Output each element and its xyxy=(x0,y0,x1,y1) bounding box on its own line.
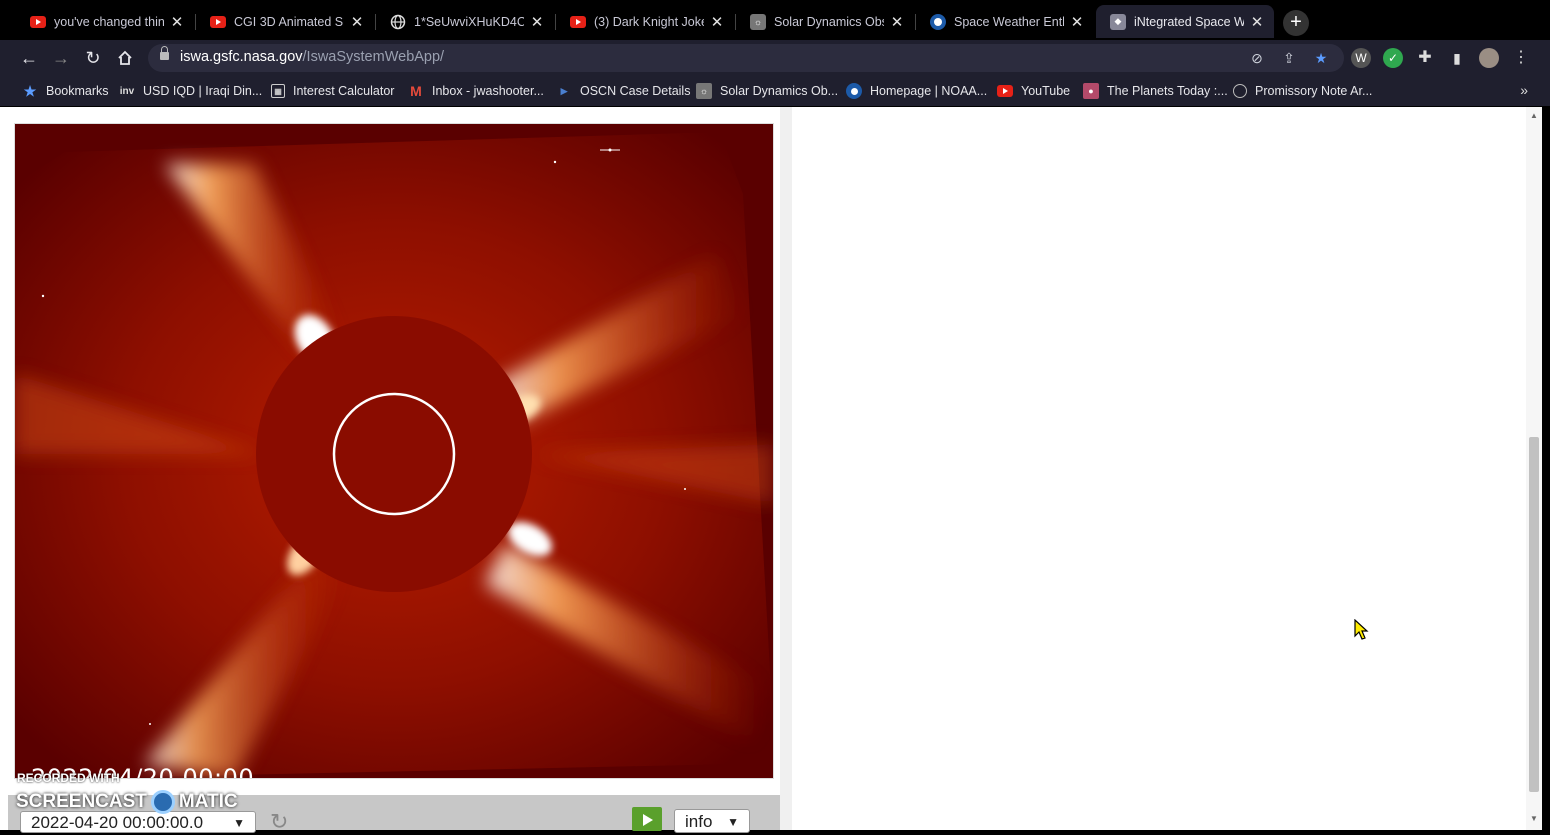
document-icon xyxy=(1233,84,1247,98)
coronagraph-svg xyxy=(15,124,773,778)
star-icon: ★ xyxy=(23,82,37,99)
scroll-down-icon[interactable]: ▼ xyxy=(1529,814,1539,823)
mouse-cursor-icon xyxy=(1354,619,1369,640)
side-panel-icon[interactable]: ▮ xyxy=(1447,48,1467,68)
calculator-icon: ▦ xyxy=(271,84,285,98)
iswa-icon: ◆ xyxy=(1110,13,1126,30)
tab-dark-knight[interactable]: (3) Dark Knight Joker ✕ xyxy=(556,5,734,38)
youtube-icon xyxy=(30,14,46,30)
forward-arrow-icon[interactable]: → xyxy=(49,46,73,70)
bookmark-interest-calculator[interactable]: ▦ Interest Calculator xyxy=(271,76,394,106)
close-icon[interactable]: ✕ xyxy=(890,13,904,31)
sdo-icon: ☼ xyxy=(696,83,712,99)
close-icon[interactable]: ✕ xyxy=(710,13,724,31)
scroll-up-icon[interactable]: ▲ xyxy=(1529,111,1539,120)
pane-divider[interactable] xyxy=(780,107,792,830)
tab-strip: you've changed thing ✕ CGI 3D Animated S… xyxy=(0,0,1550,44)
bookmark-bookmarks[interactable]: ★ Bookmarks xyxy=(22,76,109,106)
close-icon[interactable]: ✕ xyxy=(1250,13,1264,31)
oscn-icon: ▸ xyxy=(560,83,568,98)
bookmarks-bar: ★ Bookmarks inv USD IQD | Iraqi Din... ▦ In… xyxy=(0,76,1550,106)
reload-icon[interactable]: ↻ xyxy=(81,46,105,70)
avatar[interactable] xyxy=(1479,48,1499,68)
tab-medium-image[interactable]: 1*SeUwviXHuKD4CM ✕ xyxy=(376,5,554,38)
menu-kebab-icon[interactable]: ⋮ xyxy=(1511,48,1531,68)
url-text: iswa.gsfc.nasa.gov/IswaSystemWebApp/ xyxy=(180,49,445,65)
bookmark-star-icon[interactable]: ★ xyxy=(1312,49,1330,67)
blank-panel xyxy=(792,107,1526,830)
eye-slash-icon[interactable]: ⊘ xyxy=(1248,49,1266,67)
youtube-icon xyxy=(570,14,586,30)
bookmark-planets-today[interactable]: ● The Planets Today :... xyxy=(1083,76,1228,106)
noaa-icon xyxy=(930,13,946,30)
lock-icon xyxy=(160,46,169,60)
tab-solar-dynamics[interactable]: ☼ Solar Dynamics Obse ✕ xyxy=(736,5,914,38)
check-extension-icon[interactable]: ✓ xyxy=(1383,48,1403,68)
tab-space-weather[interactable]: Space Weather Enthu ✕ xyxy=(916,5,1094,38)
extension-w-icon[interactable]: W xyxy=(1351,48,1371,68)
youtube-icon xyxy=(210,14,226,30)
refresh-icon[interactable]: ↻ xyxy=(270,809,292,834)
coronagraph-image: 2022/04/20 00:00 xyxy=(14,123,774,779)
bookmark-youtube[interactable]: YouTube xyxy=(997,76,1070,106)
tab-youtube-changed[interactable]: you've changed thing ✕ xyxy=(16,5,194,38)
youtube-icon xyxy=(997,83,1013,99)
gmail-icon: M xyxy=(410,83,422,99)
puzzle-icon[interactable]: ✚ xyxy=(1415,48,1435,68)
noaa-icon xyxy=(846,83,862,99)
tab-cgi-animated[interactable]: CGI 3D Animated Sh ✕ xyxy=(196,5,374,38)
viewer-pane: 2022/04/20 00:00 xyxy=(8,107,780,830)
page-scrollbar[interactable]: ▲ ▼ xyxy=(1526,107,1542,830)
browser-toolbar: ← → ↻ iswa.gsfc.nasa.gov/IswaSystemWebAp… xyxy=(0,40,1550,76)
more-bookmarks-icon[interactable]: » xyxy=(1520,82,1528,98)
info-dropdown[interactable]: info ▼ xyxy=(674,809,750,833)
home-icon[interactable] xyxy=(113,46,137,70)
bookmark-oscn[interactable]: ▸ OSCN Case Details xyxy=(556,76,691,106)
tab-integrated-space-weather[interactable]: ◆ iNtegrated Space We ✕ xyxy=(1096,5,1274,38)
watermark-recorded-with: RECORDED WITH xyxy=(17,771,120,785)
back-arrow-icon[interactable]: ← xyxy=(17,46,41,70)
close-icon[interactable]: ✕ xyxy=(350,13,364,31)
page-content: 2022/04/20 00:00 ▲ ▼ 2022-04-20 00:00:00… xyxy=(0,107,1550,834)
close-icon[interactable]: ✕ xyxy=(1070,13,1084,31)
scroll-thumb[interactable] xyxy=(1529,437,1539,792)
bookmark-noaa[interactable]: Homepage | NOAA... xyxy=(846,76,987,106)
bookmark-inbox[interactable]: M Inbox - jwashooter... xyxy=(408,76,544,106)
close-icon[interactable]: ✕ xyxy=(530,13,544,31)
close-icon[interactable]: ✕ xyxy=(170,13,184,31)
screencast-logo-icon xyxy=(150,790,175,814)
watermark-screencast-matic: SCREENCAST MATIC xyxy=(16,790,238,814)
bookmark-usd-iqd[interactable]: inv USD IQD | Iraqi Din... xyxy=(119,76,262,106)
play-movie-icon[interactable] xyxy=(632,807,662,831)
chevron-down-icon: ▼ xyxy=(727,815,739,829)
share-icon[interactable]: ⇪ xyxy=(1280,49,1298,67)
address-bar[interactable]: iswa.gsfc.nasa.gov/IswaSystemWebApp/ ⊘ ⇪… xyxy=(148,44,1344,72)
inv-icon: inv xyxy=(119,85,135,97)
new-tab-button[interactable]: + xyxy=(1283,10,1309,36)
globe-icon xyxy=(390,14,406,30)
sdo-icon: ☼ xyxy=(750,13,766,30)
bookmark-solar-dynamics[interactable]: ☼ Solar Dynamics Ob... xyxy=(696,76,838,106)
bookmark-promissory-note[interactable]: Promissory Note Ar... xyxy=(1233,76,1372,106)
planets-icon: ● xyxy=(1083,83,1099,99)
